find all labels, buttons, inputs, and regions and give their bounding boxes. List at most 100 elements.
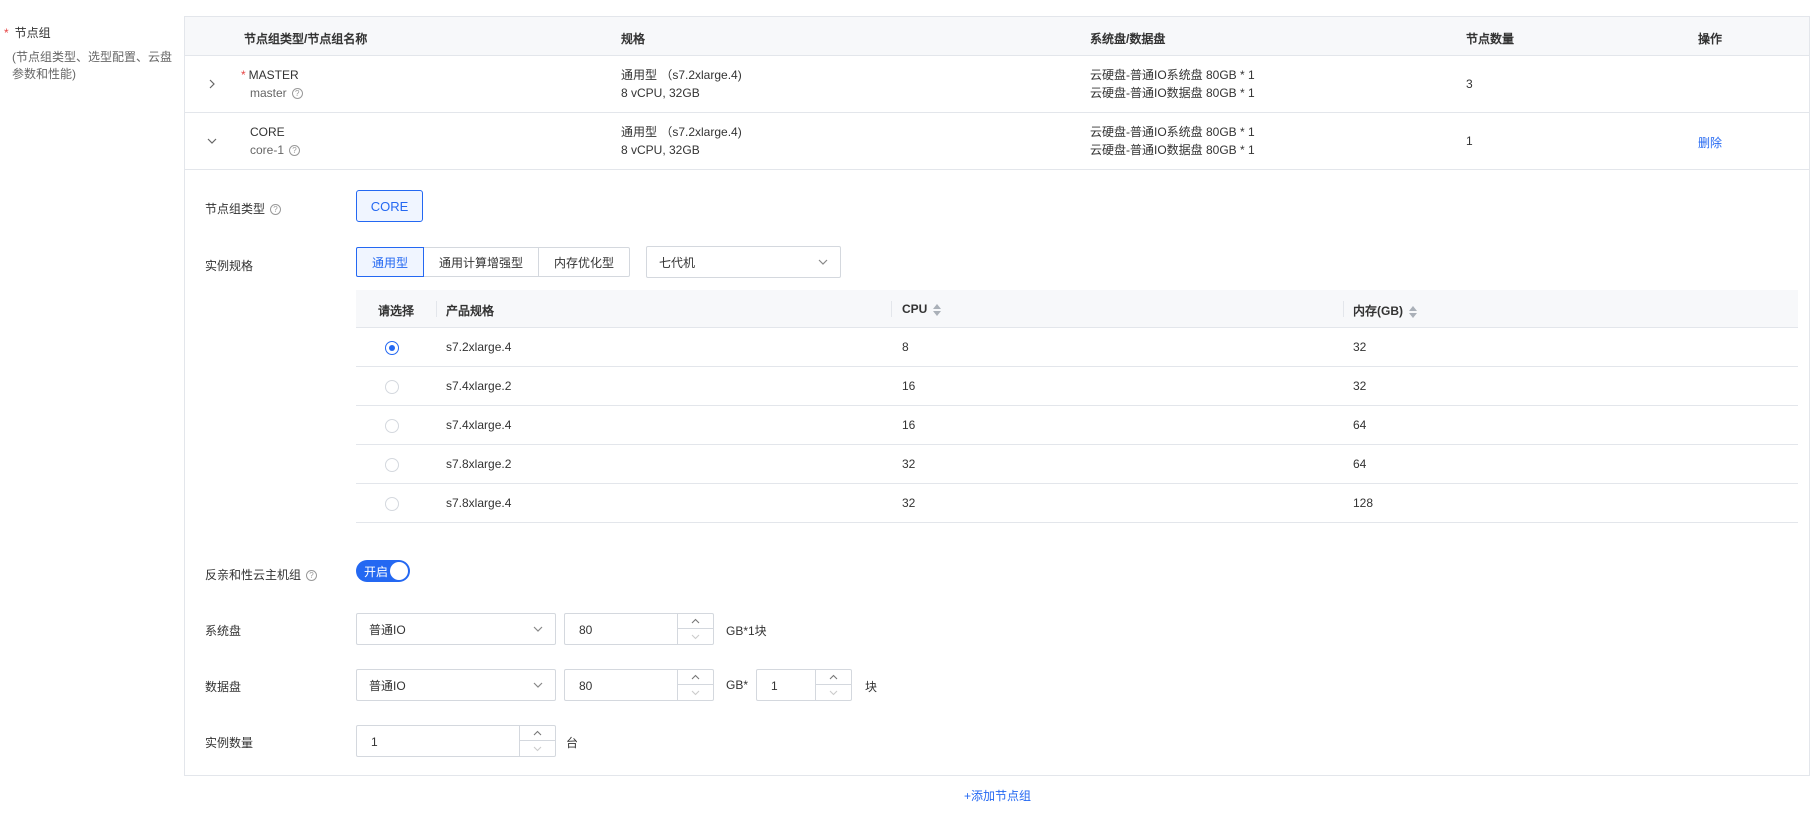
col-header-action: 操作 <box>1698 32 1723 46</box>
system-disk-summary: 云硬盘-普通IO系统盘 80GB * 1 <box>1090 125 1255 139</box>
spec-radio[interactable] <box>385 458 399 472</box>
node-count: 1 <box>1466 134 1473 148</box>
col-header-type-name: 节点组类型/节点组名称 <box>244 32 368 46</box>
decrement-button[interactable] <box>678 685 713 700</box>
help-icon[interactable]: ? <box>306 570 318 582</box>
col-header-memory[interactable]: 内存(GB) <box>1353 302 1417 319</box>
node-group-hint: (节点组类型、选型配置、云盘参数和性能) <box>12 50 172 81</box>
spec-name: s7.2xlarge.4 <box>446 340 512 354</box>
generation-select[interactable]: 七代机 <box>646 246 841 278</box>
spec-name: s7.4xlarge.4 <box>446 418 512 432</box>
system-disk-size-value: 80 <box>579 623 593 637</box>
spec-row[interactable]: s7.8xlarge.2 32 64 <box>356 445 1798 484</box>
spec-memory: 128 <box>1353 496 1374 510</box>
add-node-group-link[interactable]: +添加节点组 <box>964 787 1031 804</box>
chevron-down-icon[interactable] <box>205 134 219 148</box>
system-disk-type-select[interactable]: 普通IO <box>356 613 556 645</box>
data-disk-count-stepper[interactable]: 1 <box>756 669 852 701</box>
spec-cpu: 32 <box>902 457 916 471</box>
spec-tab-compute-enhanced[interactable]: 通用计算增强型 <box>423 247 540 277</box>
system-disk-unit: GB*1块 <box>726 624 767 638</box>
spec-row[interactable]: s7.4xlarge.2 16 32 <box>356 367 1798 406</box>
node-group-type: MASTER <box>248 68 299 82</box>
spec-name: s7.8xlarge.4 <box>446 496 512 510</box>
spec-line1: 通用型 （s7.2xlarge.4) <box>621 68 742 82</box>
increment-button[interactable] <box>520 726 555 741</box>
sort-icon[interactable] <box>933 303 942 316</box>
instance-count-label: 实例数量 <box>205 736 254 750</box>
data-disk-count-unit: 块 <box>865 680 878 694</box>
spec-radio[interactable] <box>385 419 399 433</box>
spec-line1: 通用型 （s7.2xlarge.4) <box>621 125 742 139</box>
node-group-row-master: * MASTER master? 通用型 （s7.2xlarge.4) 8 vCP… <box>185 56 1809 113</box>
node-group-panel: 节点组类型/节点组名称 规格 系统盘/数据盘 节点数量 操作 * MASTER m… <box>184 16 1810 776</box>
chevron-down-icon <box>533 682 543 688</box>
spec-family-tabs: 通用型 通用计算增强型 内存优化型 <box>356 247 631 277</box>
increment-button[interactable] <box>816 670 851 685</box>
chevron-down-icon <box>533 626 543 632</box>
node-count: 3 <box>1466 77 1473 91</box>
sort-icon[interactable] <box>1409 305 1417 318</box>
col-header-select: 请选择 <box>378 304 415 318</box>
data-disk-type-value: 普通IO <box>369 678 406 693</box>
instance-count-value: 1 <box>371 735 378 749</box>
spec-tab-memory-optimized[interactable]: 内存优化型 <box>538 247 631 277</box>
required-mark: * <box>4 26 9 40</box>
decrement-button[interactable] <box>520 741 555 756</box>
node-type-core-button[interactable]: CORE <box>356 190 423 222</box>
node-group-label: 节点组 <box>14 26 51 40</box>
spec-table-header: 请选择 产品规格 CPU 内存(GB) <box>356 290 1798 328</box>
spec-tab-general[interactable]: 通用型 <box>356 247 425 277</box>
generation-select-value: 七代机 <box>659 255 696 270</box>
col-header-disk: 系统盘/数据盘 <box>1090 32 1166 46</box>
node-group-table-header: 节点组类型/节点组名称 规格 系统盘/数据盘 节点数量 操作 <box>185 17 1809 56</box>
col-header-count: 节点数量 <box>1466 32 1515 46</box>
instance-spec-label: 实例规格 <box>205 259 254 273</box>
col-header-product-spec: 产品规格 <box>446 304 495 318</box>
spec-memory: 64 <box>1353 418 1367 432</box>
required-mark: * <box>241 68 246 82</box>
decrement-button[interactable] <box>816 685 851 700</box>
node-group-form-label: * 节点组 (节点组类型、选型配置、云盘参数和性能) <box>4 24 174 83</box>
data-disk-size-stepper[interactable]: 80 <box>564 669 714 701</box>
data-disk-unit: GB* <box>726 678 749 692</box>
spec-radio-selected[interactable] <box>385 341 399 355</box>
toggle-label: 开启 <box>364 564 389 579</box>
data-disk-type-select[interactable]: 普通IO <box>356 669 556 701</box>
spec-cpu: 8 <box>902 340 909 354</box>
spec-row[interactable]: s7.4xlarge.4 16 64 <box>356 406 1798 445</box>
system-disk-type-value: 普通IO <box>369 622 406 637</box>
spec-table: 请选择 产品规格 CPU 内存(GB) s7.2xlarge.4 8 32 s7… <box>356 290 1798 523</box>
toggle-knob <box>390 562 408 580</box>
col-header-spec: 规格 <box>621 32 646 46</box>
spec-row[interactable]: s7.8xlarge.4 32 128 <box>356 484 1798 523</box>
spec-cpu: 16 <box>902 418 916 432</box>
spec-radio[interactable] <box>385 380 399 394</box>
decrement-button[interactable] <box>678 629 713 644</box>
node-group-name: master <box>250 86 287 100</box>
increment-button[interactable] <box>678 614 713 629</box>
delete-link[interactable]: 删除 <box>1698 134 1722 151</box>
instance-count-stepper[interactable]: 1 <box>356 725 556 757</box>
spec-name: s7.8xlarge.2 <box>446 457 512 471</box>
spec-row[interactable]: s7.2xlarge.4 8 32 <box>356 328 1798 367</box>
help-icon[interactable]: ? <box>270 204 282 216</box>
node-group-type: CORE <box>250 125 285 139</box>
spec-line2: 8 vCPU, 32GB <box>621 143 700 157</box>
system-disk-size-stepper[interactable]: 80 <box>564 613 714 645</box>
anti-affinity-toggle[interactable]: 开启 <box>356 560 410 582</box>
increment-button[interactable] <box>678 670 713 685</box>
data-disk-label: 数据盘 <box>205 680 242 694</box>
data-disk-summary: 云硬盘-普通IO数据盘 80GB * 1 <box>1090 143 1255 157</box>
spec-cpu: 16 <box>902 379 916 393</box>
chevron-down-icon <box>818 259 828 265</box>
help-icon[interactable]: ? <box>291 88 303 100</box>
spec-line2: 8 vCPU, 32GB <box>621 86 700 100</box>
node-group-row-core: CORE core-1? 通用型 （s7.2xlarge.4) 8 vCPU, … <box>185 113 1809 170</box>
help-icon[interactable]: ? <box>289 145 301 157</box>
spec-radio[interactable] <box>385 497 399 511</box>
data-disk-size-value: 80 <box>579 679 593 693</box>
spec-cpu: 32 <box>902 496 916 510</box>
chevron-right-icon[interactable] <box>205 77 219 91</box>
col-header-cpu[interactable]: CPU <box>902 302 942 316</box>
